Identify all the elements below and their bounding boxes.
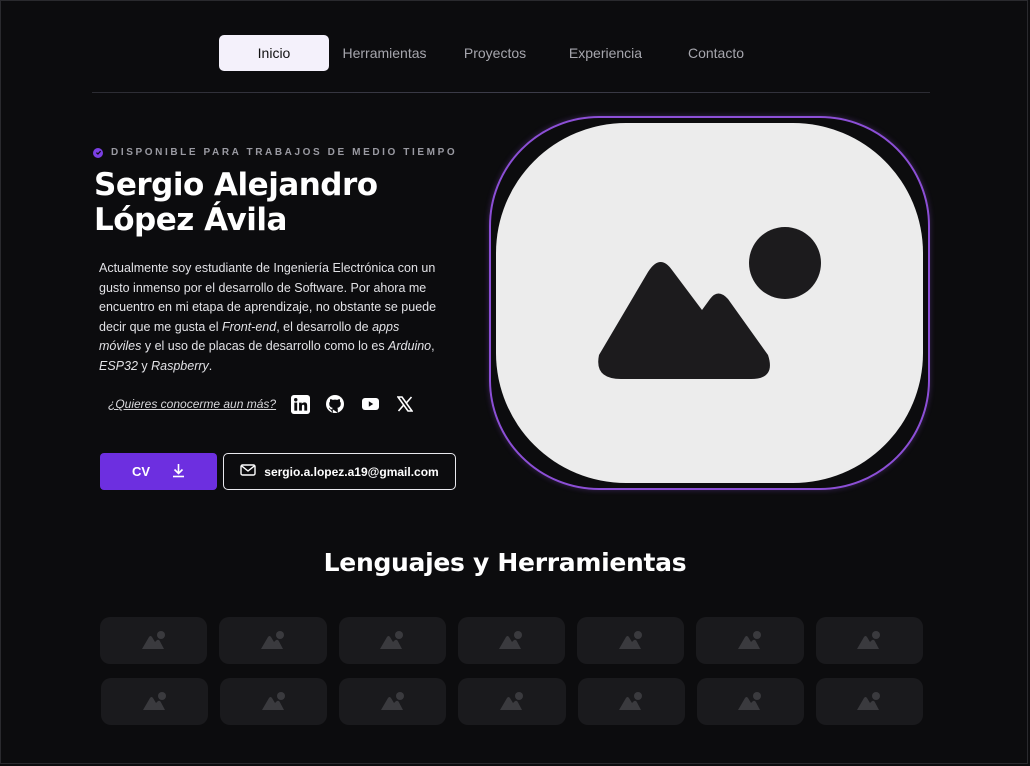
image-placeholder-icon	[261, 691, 285, 710]
hero-name: Sergio Alejandro López Ávila	[94, 167, 378, 238]
bio-text: y	[137, 358, 152, 373]
skills-row	[100, 617, 923, 664]
bio-emphasis: Arduino	[388, 339, 432, 353]
skill-card[interactable]	[696, 678, 804, 725]
image-placeholder-icon	[380, 691, 404, 710]
bio-emphasis: Raspberry	[151, 358, 209, 373]
main-nav: Inicio Herramientas Proyectos Experienci…	[219, 35, 771, 71]
skill-card[interactable]	[696, 617, 804, 664]
hero-bio: Actualmente soy estudiante de Ingeniería…	[99, 259, 444, 376]
x-icon[interactable]	[395, 394, 415, 414]
bio-emphasis: Front-end	[222, 319, 277, 334]
skill-card[interactable]	[577, 617, 685, 664]
nav-herramientas[interactable]: Herramientas	[329, 35, 440, 71]
skill-card[interactable]	[101, 678, 209, 725]
skill-card[interactable]	[100, 617, 208, 664]
image-placeholder-icon	[738, 691, 762, 710]
image-placeholder-icon	[857, 630, 881, 649]
email-address: sergio.a.lopez.a19@gmail.com	[264, 464, 439, 479]
image-placeholder-icon	[618, 630, 642, 649]
youtube-icon[interactable]	[360, 394, 380, 414]
more-about-me-link[interactable]: ¿Quieres conocerme aun más?	[108, 397, 276, 411]
bio-emphasis: ESP32	[99, 358, 138, 373]
github-icon[interactable]	[325, 394, 345, 414]
image-placeholder-icon	[499, 691, 523, 710]
availability-badge: DISPONIBLE PARA TRABAJOS DE MEDIO TIEMPO	[93, 147, 457, 158]
skill-card[interactable]	[338, 617, 446, 664]
linkedin-icon[interactable]	[290, 394, 310, 414]
skill-card[interactable]	[577, 678, 685, 725]
social-links: ¿Quieres conocerme aun más?	[108, 394, 430, 414]
bio-text: y el uso de placas de desarrollo como lo…	[141, 339, 389, 353]
bio-text: , el desarrollo de	[276, 319, 373, 334]
nav-contacto[interactable]: Contacto	[661, 35, 771, 71]
download-icon	[172, 463, 185, 481]
availability-text: DISPONIBLE PARA TRABAJOS DE MEDIO TIEMPO	[111, 147, 458, 158]
bio-text: ,	[431, 339, 435, 353]
cv-label: CV	[131, 464, 151, 479]
image-placeholder-icon	[141, 630, 165, 649]
nav-experiencia[interactable]: Experiencia	[550, 35, 661, 71]
email-button[interactable]: sergio.a.lopez.a19@gmail.com	[223, 453, 456, 490]
profile-image	[496, 123, 923, 483]
skill-card[interactable]	[815, 678, 923, 725]
check-icon	[93, 147, 103, 158]
nav-inicio[interactable]: Inicio	[219, 35, 329, 71]
skill-card[interactable]	[458, 678, 566, 725]
skill-card[interactable]	[815, 617, 923, 664]
skill-card[interactable]	[457, 617, 566, 664]
nav-divider	[92, 92, 930, 93]
skills-grid	[100, 617, 923, 739]
image-placeholder-icon	[142, 691, 166, 710]
skill-card[interactable]	[219, 617, 327, 664]
skills-title: Lenguajes y Herramientas	[323, 548, 687, 577]
nav-proyectos[interactable]: Proyectos	[440, 35, 550, 71]
skill-card[interactable]	[339, 678, 447, 725]
image-placeholder-icon	[260, 630, 284, 649]
image-placeholder-icon	[738, 630, 762, 649]
image-placeholder-icon	[857, 691, 881, 710]
image-placeholder-icon	[619, 691, 643, 710]
mail-icon	[240, 464, 256, 479]
skill-card[interactable]	[220, 678, 328, 725]
image-placeholder-icon	[598, 227, 821, 379]
image-placeholder-icon	[380, 630, 404, 649]
image-placeholder-icon	[499, 630, 523, 649]
download-cv-button[interactable]: CV	[100, 453, 217, 490]
bio-text: .	[208, 358, 213, 373]
skills-row	[101, 678, 923, 725]
